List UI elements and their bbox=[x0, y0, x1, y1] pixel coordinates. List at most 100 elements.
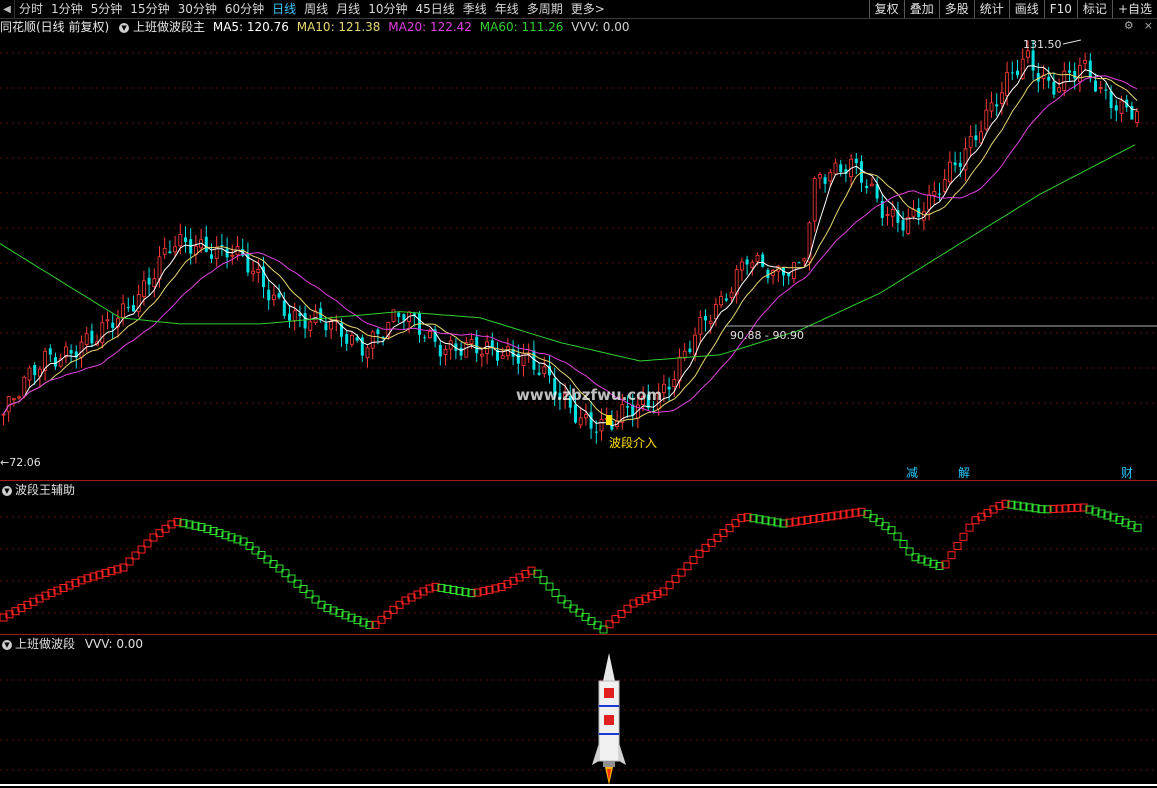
candle-body bbox=[958, 162, 962, 167]
candle-body bbox=[906, 216, 911, 234]
candle-body bbox=[282, 300, 286, 316]
period-tab[interactable]: 15分钟 bbox=[126, 0, 173, 18]
candle-body bbox=[594, 431, 598, 433]
collapse-icon[interactable]: ▼ bbox=[119, 22, 130, 33]
candle-body bbox=[1109, 91, 1113, 108]
candle-body bbox=[90, 330, 94, 344]
candle-body bbox=[397, 312, 401, 317]
candle-body bbox=[797, 262, 801, 264]
candle-body bbox=[818, 174, 822, 179]
period-tab[interactable]: 5分钟 bbox=[87, 0, 127, 18]
candle-body bbox=[475, 336, 479, 354]
candlestick-chart[interactable]: 90.88 - 90.90 131.50 ←72.06 波段介入 www.zbzfwu.… bbox=[0, 36, 1157, 480]
close-icon[interactable]: × bbox=[1144, 19, 1153, 35]
period-tab[interactable]: 日线 bbox=[268, 0, 300, 18]
period-toolbar: ◀ 分时 1分钟 5分钟 15分钟 30分钟 60分钟 日线 周线 月线 10分钟 45日线 季线 年线… bbox=[0, 0, 1157, 19]
toolbar-button[interactable]: 多股 bbox=[938, 0, 974, 18]
candle-body bbox=[355, 337, 359, 341]
candle-body bbox=[267, 289, 271, 301]
toolbar-button[interactable]: F10 bbox=[1043, 0, 1077, 18]
period-tab[interactable]: 10分钟 bbox=[364, 0, 411, 18]
candle-body bbox=[303, 313, 307, 329]
low-price-label: ←72.06 bbox=[0, 456, 41, 469]
signal-panel[interactable] bbox=[0, 635, 1157, 788]
period-tab[interactable]: 年线 bbox=[491, 0, 523, 18]
candle-body bbox=[750, 262, 755, 268]
candle-body bbox=[989, 102, 994, 112]
period-tab[interactable]: 月线 bbox=[332, 0, 364, 18]
stock-label: 同花顺(日线 前复权) bbox=[0, 20, 110, 34]
indicator-name[interactable]: 上班做波段主 bbox=[133, 20, 205, 34]
watermark: www.zbzfwu.com bbox=[516, 386, 662, 404]
candle-body bbox=[948, 161, 952, 183]
candles bbox=[1, 40, 1139, 444]
period-tab[interactable]: 60分钟 bbox=[221, 0, 268, 18]
candle-body bbox=[865, 185, 869, 189]
rocket-window bbox=[604, 715, 614, 725]
settings-icon[interactable]: ⚙ bbox=[1124, 19, 1134, 35]
candle-body bbox=[27, 367, 32, 381]
candle-body bbox=[1000, 92, 1004, 104]
wave-indicator-chart[interactable] bbox=[0, 481, 1157, 634]
candle-body bbox=[537, 372, 541, 375]
candle-body bbox=[1005, 72, 1009, 96]
candle-body bbox=[745, 259, 749, 265]
candle-body bbox=[542, 366, 547, 374]
candle-body bbox=[708, 320, 713, 324]
candle-body bbox=[755, 255, 760, 262]
scroll-left-icon[interactable]: ◀ bbox=[0, 0, 15, 18]
candle-body bbox=[391, 309, 396, 322]
candle-body bbox=[589, 412, 593, 429]
rocket-fin bbox=[619, 743, 626, 765]
period-tab[interactable]: 季线 bbox=[459, 0, 491, 18]
wave-step bbox=[959, 532, 968, 541]
signal-label: 波段介入 bbox=[609, 435, 657, 450]
candle-body bbox=[69, 350, 73, 354]
candle-body bbox=[740, 261, 744, 271]
toolbar-button[interactable]: 画线 bbox=[1008, 0, 1044, 18]
period-tab[interactable]: 周线 bbox=[300, 0, 332, 18]
candle-body bbox=[953, 162, 957, 166]
period-tab[interactable]: 1分钟 bbox=[47, 0, 87, 18]
candle-body bbox=[714, 304, 718, 320]
candle-body bbox=[1, 413, 6, 416]
candle-body bbox=[584, 414, 588, 419]
toolbar-button[interactable]: 统计 bbox=[973, 0, 1009, 18]
candle-body bbox=[677, 356, 682, 382]
period-tab[interactable]: 分时 bbox=[15, 0, 47, 18]
candle-body bbox=[942, 179, 947, 192]
ma60-value: MA60: 111.26 bbox=[479, 20, 564, 34]
candle-body bbox=[423, 337, 427, 339]
ma5-value: MA5: 120.76 bbox=[212, 20, 289, 34]
toolbar-button[interactable]: 叠加 bbox=[903, 0, 939, 18]
candle-body bbox=[485, 341, 490, 354]
ma10-value: MA10: 121.38 bbox=[296, 20, 381, 34]
candle-body bbox=[828, 172, 833, 182]
vvv-value: VVV: 0.00 bbox=[571, 20, 630, 34]
candle-body bbox=[1052, 81, 1056, 95]
candle-body bbox=[667, 386, 671, 390]
candle-body bbox=[932, 191, 937, 196]
period-tab[interactable]: 30分钟 bbox=[174, 0, 221, 18]
candle-body bbox=[152, 278, 157, 288]
candle-body bbox=[79, 341, 84, 358]
period-tab[interactable]: 45日线 bbox=[411, 0, 458, 18]
candle-body bbox=[812, 178, 817, 222]
toolbar-button[interactable]: 标记 bbox=[1076, 0, 1112, 18]
period-tab[interactable]: 更多> bbox=[567, 0, 609, 18]
candle-body bbox=[626, 406, 629, 408]
candle-body bbox=[890, 209, 895, 217]
toolbar-button[interactable]: 复权 bbox=[868, 0, 904, 18]
candle-body bbox=[704, 316, 707, 321]
candle-body bbox=[121, 303, 125, 318]
candle-body bbox=[802, 258, 807, 262]
period-tab[interactable]: 多周期 bbox=[523, 0, 567, 18]
candle-body bbox=[345, 334, 349, 344]
candle-body bbox=[490, 340, 494, 348]
candle-body bbox=[729, 291, 734, 298]
candle-body bbox=[578, 417, 583, 426]
candle-body bbox=[995, 104, 999, 107]
chart-corner-icons: ⚙ × bbox=[1124, 19, 1153, 35]
candle-body bbox=[1016, 70, 1019, 76]
toolbar-button[interactable]: +自选 bbox=[1111, 0, 1157, 18]
